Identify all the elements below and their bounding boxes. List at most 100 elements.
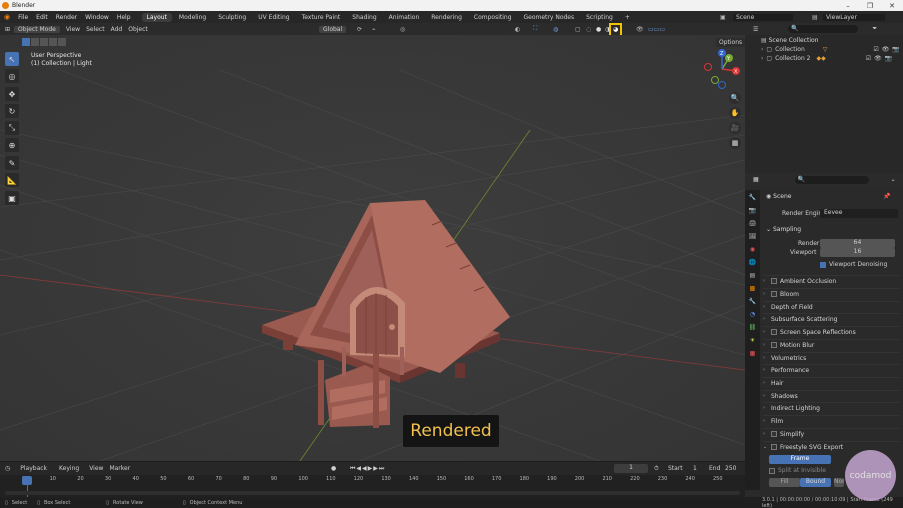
- tab-layout[interactable]: Layout: [141, 12, 172, 22]
- editor-type-icon[interactable]: ⊞: [5, 26, 10, 33]
- outliner-type-icon[interactable]: ☰: [753, 26, 758, 33]
- menu-render[interactable]: Render: [56, 14, 77, 21]
- include-checkbox-icon[interactable]: ☑: [866, 55, 871, 62]
- sampling-panel-header[interactable]: ⌄ Sampling: [766, 226, 801, 233]
- current-frame-field[interactable]: 1: [614, 464, 648, 473]
- render-camera-icon[interactable]: 📷: [885, 55, 892, 62]
- viewport-samples-field[interactable]: 16: [820, 248, 895, 257]
- orientation-dropdown[interactable]: Global: [319, 25, 347, 33]
- select-new-icon[interactable]: [22, 38, 30, 46]
- navigation-gizmo[interactable]: X Y Z: [702, 49, 742, 89]
- properties-search-icon[interactable]: 🔍: [794, 175, 869, 184]
- scale-tool-icon[interactable]: ⤡: [5, 121, 19, 135]
- shading-solid-icon[interactable]: ●: [596, 26, 601, 33]
- panel-depth-of-field[interactable]: › Depth of Field: [763, 301, 900, 312]
- render-tab-icon[interactable]: 📷: [747, 205, 758, 216]
- menu-help[interactable]: Help: [117, 14, 131, 21]
- panel-shadows[interactable]: › Shadows: [763, 390, 900, 401]
- playback-controls-icon[interactable]: ⏮◀◀▶▶⏭: [350, 465, 385, 473]
- marker-menu[interactable]: Marker: [109, 465, 130, 472]
- expand-icon[interactable]: ›: [761, 46, 763, 53]
- panel-bloom[interactable]: › Bloom: [763, 288, 900, 299]
- timeline-view-menu[interactable]: View: [89, 465, 103, 472]
- grid-icon[interactable]: ▦: [729, 137, 741, 149]
- select-extend-icon[interactable]: [31, 38, 39, 46]
- close-icon[interactable]: ✕: [881, 0, 903, 11]
- menu-view[interactable]: View: [66, 26, 80, 33]
- transform-tool-icon[interactable]: ⊕: [5, 138, 19, 152]
- tool-tab-icon[interactable]: 🔧: [747, 192, 758, 203]
- world-tab-icon[interactable]: 🌐: [747, 257, 758, 268]
- menu-edit[interactable]: Edit: [36, 14, 48, 21]
- options-dropdown[interactable]: Options: [716, 38, 745, 47]
- start-field[interactable]: 1: [693, 465, 697, 472]
- tab-shading[interactable]: Shading: [347, 13, 381, 22]
- panel-screen-space-reflections[interactable]: › Screen Space Reflections: [763, 326, 900, 337]
- collection-tab-icon[interactable]: ▤: [747, 270, 758, 281]
- header-icons-right[interactable]: ▭▭▭: [648, 26, 665, 33]
- select-invert-icon[interactable]: [49, 38, 57, 46]
- add-cube-tool-icon[interactable]: ▣: [5, 191, 19, 205]
- chevron-down-icon[interactable]: ⌄: [891, 176, 896, 183]
- texture-tab-icon[interactable]: ▦: [747, 348, 758, 359]
- outliner-row[interactable]: › ▢ Collection ▽ ☑ 👁 📷: [745, 44, 903, 53]
- view-toggle-icon[interactable]: 👁: [636, 26, 644, 33]
- render-camera-icon[interactable]: 📷: [892, 46, 899, 53]
- tab-modeling[interactable]: Modeling: [174, 13, 211, 22]
- select-intersect-icon[interactable]: [58, 38, 66, 46]
- keying-menu[interactable]: Keying: [55, 465, 83, 472]
- tab-geometry-nodes[interactable]: Geometry Nodes: [519, 13, 580, 22]
- scene-selector[interactable]: Scene: [733, 13, 793, 21]
- render-engine-dropdown[interactable]: Eevee: [820, 209, 898, 218]
- render-samples-field[interactable]: 64: [820, 239, 895, 248]
- timeline-editor-icon[interactable]: ◷: [5, 465, 10, 472]
- eye-icon[interactable]: 👁: [882, 46, 890, 53]
- eye-icon[interactable]: 👁: [874, 55, 882, 62]
- menu-file[interactable]: File: [18, 14, 28, 21]
- visibility-icon[interactable]: ◐: [515, 26, 520, 33]
- select-tool-icon[interactable]: ↖: [5, 52, 19, 66]
- blender-menu-icon[interactable]: ◉: [4, 13, 10, 21]
- viewlayer-selector[interactable]: ViewLayer: [823, 13, 885, 21]
- pivot-icon[interactable]: ⟳: [357, 26, 362, 33]
- modifier-tab-icon[interactable]: 🔧: [747, 296, 758, 307]
- properties-type-icon[interactable]: ▦: [753, 176, 759, 183]
- camera-icon[interactable]: 🎥: [729, 122, 741, 134]
- data-tab-icon[interactable]: ☀: [747, 335, 758, 346]
- move-tool-icon[interactable]: ✥: [5, 87, 19, 101]
- timeline-area[interactable]: 0102030405060708090100110120130140150160…: [0, 475, 745, 497]
- minimize-icon[interactable]: –: [837, 0, 859, 11]
- playhead[interactable]: [22, 476, 32, 485]
- menu-window[interactable]: Window: [85, 14, 109, 21]
- include-checkbox-icon[interactable]: ☑: [873, 46, 878, 53]
- view-layer-tab-icon[interactable]: 🖼: [747, 231, 758, 242]
- pin-icon[interactable]: 📌: [883, 193, 890, 200]
- frame-button[interactable]: Frame: [769, 455, 831, 464]
- scene-collection-item[interactable]: ▤ Scene Collection: [745, 35, 903, 44]
- panel-subsurface-scattering[interactable]: › Subsurface Scattering: [763, 313, 900, 324]
- none-button[interactable]: None: [834, 478, 844, 487]
- end-field[interactable]: 250: [725, 465, 736, 472]
- tab-animation[interactable]: Animation: [384, 13, 425, 22]
- viewport-denoising-checkbox[interactable]: Viewport Denoising: [820, 261, 887, 268]
- panel-simplify[interactable]: › Simplify: [763, 428, 900, 439]
- gizmo-toggle-icon[interactable]: ⛶: [533, 25, 537, 33]
- overlay-toggle-icon[interactable]: ◍: [553, 26, 558, 33]
- rotate-tool-icon[interactable]: ↻: [5, 104, 19, 118]
- annotate-tool-icon[interactable]: ✎: [5, 156, 19, 170]
- panel-motion-blur[interactable]: › Motion Blur: [763, 339, 900, 350]
- menu-object[interactable]: Object: [128, 26, 148, 33]
- cursor-tool-icon[interactable]: ◎: [5, 69, 19, 83]
- panel-indirect-lighting[interactable]: › Indirect Lighting: [763, 402, 900, 413]
- panel-performance[interactable]: › Performance: [763, 364, 900, 375]
- playback-menu[interactable]: Playback: [16, 465, 51, 472]
- 3d-viewport[interactable]: User Perspective (1) Collection | Light …: [0, 35, 745, 461]
- panel-volumetrics[interactable]: › Volumetrics: [763, 352, 900, 363]
- mode-dropdown[interactable]: Object Mode: [14, 25, 60, 33]
- scene-tab-icon[interactable]: ◉: [747, 244, 758, 255]
- proportional-icon[interactable]: ◎: [400, 26, 405, 33]
- xray-icon[interactable]: ▢: [575, 26, 581, 33]
- constraint-tab-icon[interactable]: ⛓: [747, 322, 758, 333]
- tab-sculpting[interactable]: Sculpting: [213, 13, 251, 22]
- measure-tool-icon[interactable]: 📐: [5, 173, 19, 187]
